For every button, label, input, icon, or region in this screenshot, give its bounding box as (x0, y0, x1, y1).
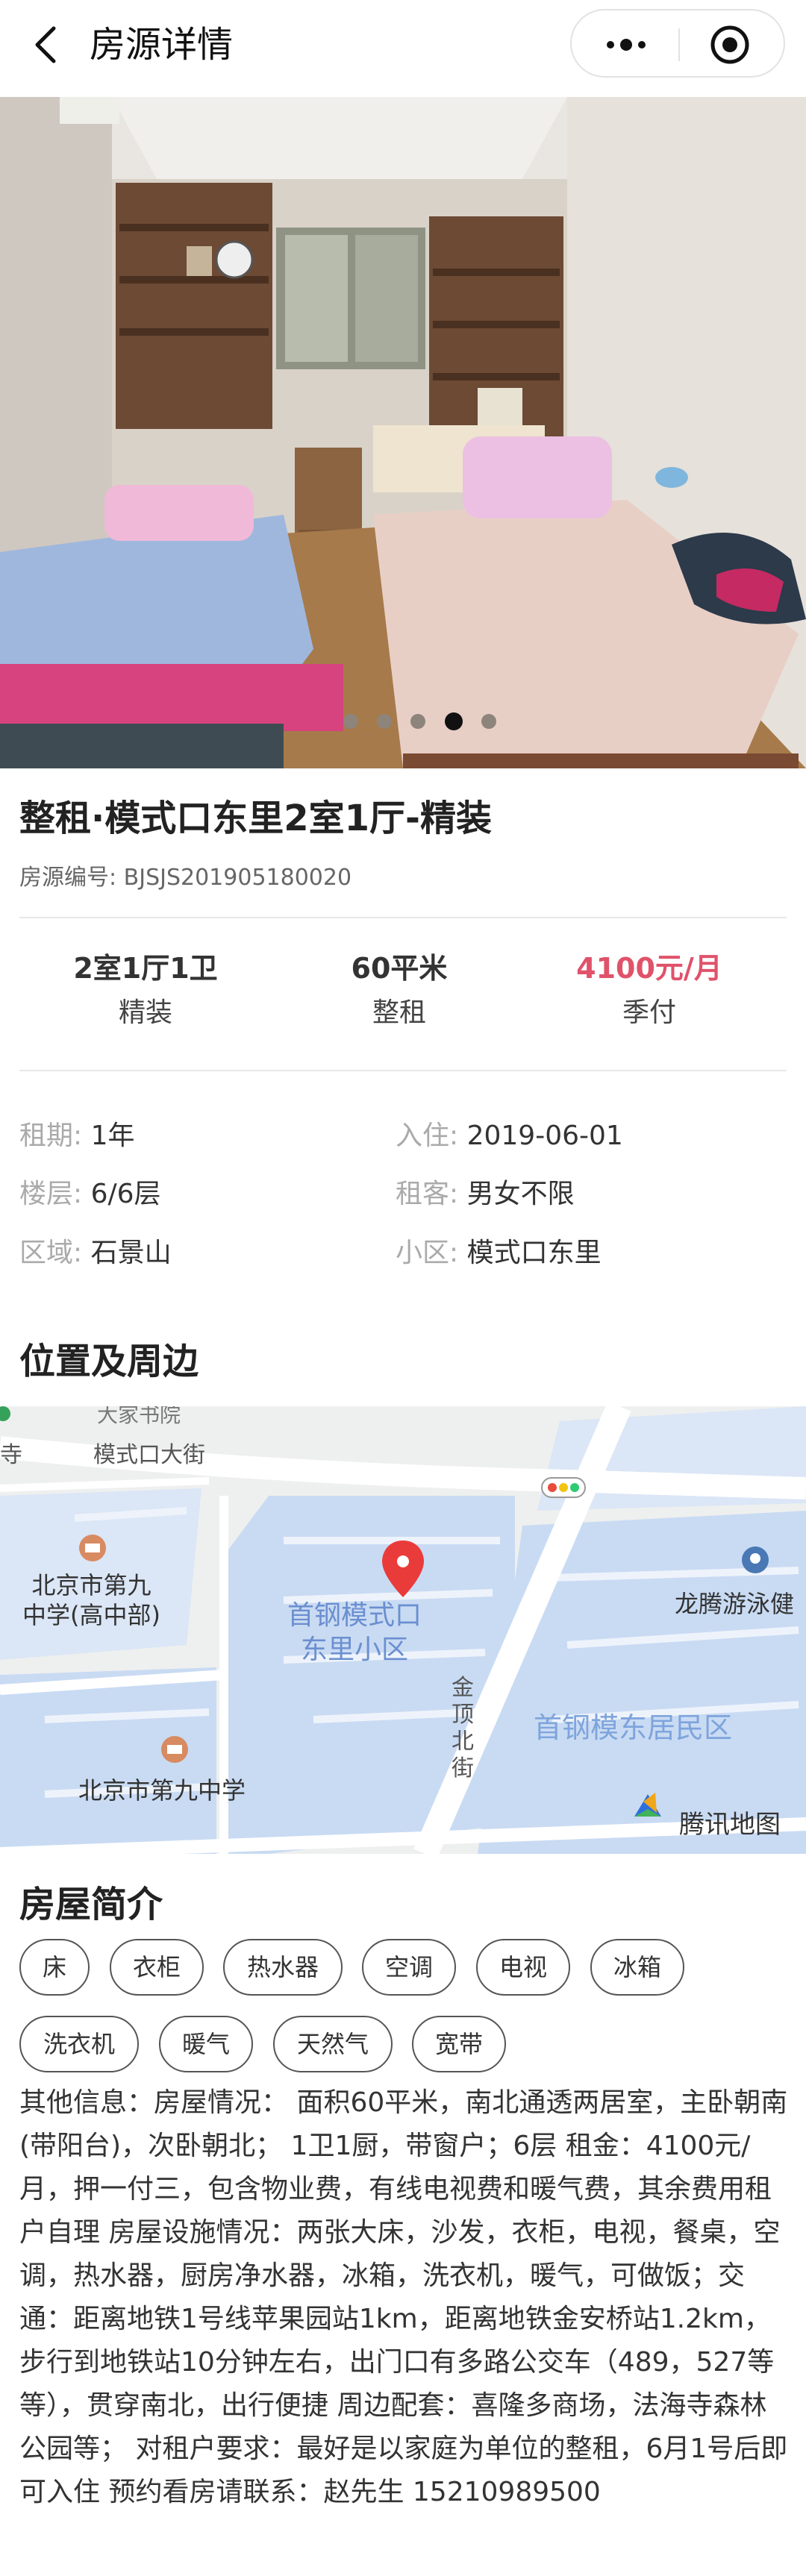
info-key: 区域: (19, 1238, 83, 1268)
amenity-tag: 暖气 (159, 2016, 253, 2072)
info-district: 区域: 石景山 (19, 1231, 172, 1276)
carousel-dot[interactable] (410, 714, 425, 729)
amenity-tag: 床 (19, 1939, 90, 1996)
stat-layout: 2室1厅1卫 精装 (11, 947, 280, 1034)
info-key: 小区: (396, 1238, 459, 1268)
amenity-tag: 天然气 (273, 2016, 393, 2072)
info-value: 石景山 (90, 1238, 172, 1268)
map-label: 东里小区 (301, 1635, 409, 1665)
map-label: 北京市第九 (31, 1571, 151, 1599)
info-community: 小区: 模式口东里 (396, 1231, 602, 1276)
back-arrow-icon[interactable] (25, 22, 70, 67)
location-map[interactable]: 模式口大街 大家书院 慧寺 北京市第九 中学(高中部) 首钢模式口 东里小区 龙… (0, 1406, 806, 1854)
close-target-icon[interactable] (709, 24, 751, 66)
stat-price: 4100元/月 季付 (515, 947, 784, 1034)
room-photo-carousel[interactable] (0, 97, 806, 768)
info-key: 楼层: (19, 1179, 83, 1209)
carousel-dot[interactable] (377, 714, 392, 729)
map-label: 金顶北街 (452, 1675, 474, 1781)
info-value: 6/6层 (90, 1179, 161, 1209)
info-row: 楼层: 6/6层 租客: 男女不限 (19, 1172, 796, 1217)
map-label-pin: 首钢模式口 东里小区 (287, 1599, 422, 1667)
info-key: 租期: (19, 1121, 83, 1151)
amenity-tag: 空调 (362, 1939, 456, 1996)
amenity-tag: 宽带 (412, 2016, 506, 2072)
divider (19, 1070, 787, 1071)
stat-sub: 精装 (118, 997, 172, 1028)
info-tenant: 租客: 男女不限 (396, 1172, 575, 1217)
amenity-tag: 冰箱 (590, 1939, 684, 1996)
info-key: 租客: (396, 1179, 459, 1209)
house-number: 房源编号: BJSJS201905180020 (19, 865, 352, 891)
stat-value: 60平米 (351, 952, 448, 985)
listing-title: 整租·模式口东里2室1厅-精装 (19, 797, 492, 839)
key-stats: 2室1厅1卫 精装 60平米 整租 4100元/月 季付 (0, 947, 806, 1044)
info-value: 男女不限 (466, 1179, 575, 1209)
info-floor: 楼层: 6/6层 (19, 1172, 161, 1217)
info-value: 2019-06-01 (466, 1121, 623, 1151)
info-movein: 入住: 2019-06-01 (396, 1114, 623, 1159)
amenity-tag: 电视 (476, 1939, 570, 1996)
info-row: 租期: 1年 入住: 2019-06-01 (19, 1114, 796, 1159)
map-label: 大家书院 (97, 1406, 181, 1427)
carousel-dot-active[interactable] (445, 712, 463, 730)
info-value: 1年 (90, 1121, 135, 1151)
stat-value-price: 4100元/月 (576, 952, 722, 985)
page: 房源详情 整租·模式口东里2室1厅-精装 房源编号: BJSJS20190518… (0, 0, 806, 2576)
info-lease: 租期: 1年 (19, 1114, 135, 1159)
info-row: 区域: 石景山 小区: 模式口东里 (19, 1231, 796, 1276)
map-brand-label: 腾讯地图 (679, 1810, 781, 1840)
info-key: 入住: (396, 1121, 459, 1151)
carousel-dot[interactable] (481, 714, 496, 729)
amenity-tag: 洗衣机 (19, 2016, 139, 2072)
map-label: 北京市第九中学 (78, 1776, 246, 1805)
map-label: 龙腾游泳健 (675, 1590, 795, 1618)
more-icon[interactable] (600, 30, 652, 60)
stat-sub: 整租 (372, 997, 426, 1028)
stat-area: 60平米 整租 (265, 947, 534, 1034)
amenity-tag: 热水器 (223, 1939, 343, 1996)
location-section-title: 位置及周边 (19, 1341, 199, 1382)
page-title: 房源详情 (90, 24, 234, 66)
nav-bar: 房源详情 (0, 0, 806, 97)
room-photo (0, 97, 806, 768)
stat-sub: 季付 (622, 997, 676, 1028)
map-label: 首钢模式口 (287, 1600, 422, 1631)
map-label: 模式口大街 (93, 1442, 205, 1468)
divider (19, 917, 787, 918)
map-label: 中学(高中部) (22, 1601, 160, 1629)
house-description: 其他信息：房屋情况： 面积60平米，南北通透两居室，主卧朝南(带阳台)，次卧朝北… (19, 2087, 788, 2507)
carousel-dot[interactable] (343, 714, 358, 729)
map-label-school1: 北京市第九 中学(高中部) (22, 1570, 160, 1630)
stat-value: 2室1厅1卫 (73, 952, 218, 985)
capsule-divider (678, 28, 680, 61)
carousel-indicator (343, 712, 496, 730)
amenity-tag: 衣柜 (110, 1939, 204, 1996)
mini-program-capsule (570, 9, 785, 78)
map-label: 慧寺 (0, 1442, 22, 1468)
map-label: 首钢模东居民区 (534, 1711, 733, 1744)
intro-section-title: 房屋简介 (19, 1884, 163, 1925)
info-value: 模式口东里 (466, 1238, 602, 1268)
